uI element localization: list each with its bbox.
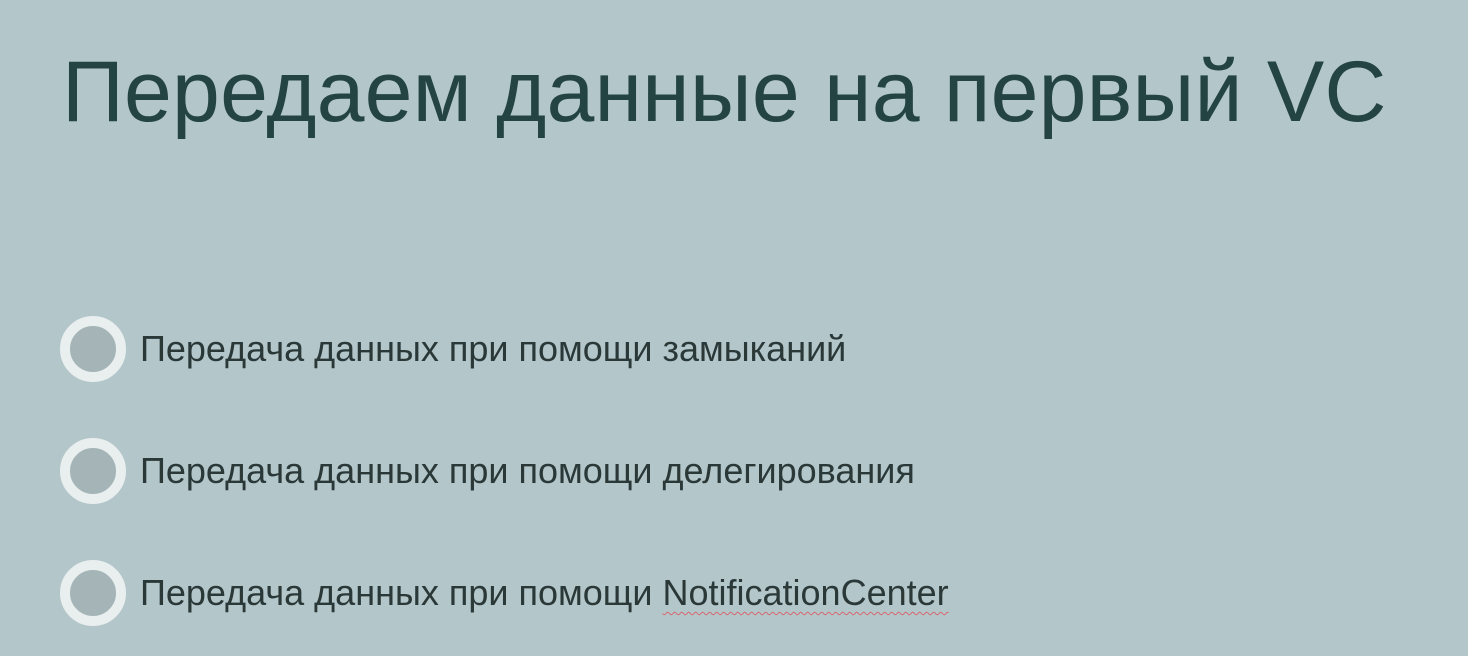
list-item: Передача данных при помощи делегирования [60,434,949,508]
list-item: Передача данных при помощи NotificationC… [60,556,949,630]
spellcheck-highlighted-word: NotificationCenter [662,572,949,613]
bullet-text-prefix: Передача данных при помощи [140,572,663,613]
circle-bullet-icon [60,438,126,504]
presentation-slide: Передаем данные на первый VC Передача да… [0,0,1468,656]
bullet-text: Передача данных при помощи NotificationC… [140,572,949,614]
slide-title: Передаем данные на первый VC [62,44,1387,140]
bullet-text: Передача данных при помощи делегирования [140,450,915,491]
circle-bullet-icon [60,560,126,626]
circle-bullet-icon [60,316,126,382]
bullet-text: Передача данных при помощи замыканий [140,328,847,369]
list-item: Передача данных при помощи замыканий [60,312,949,386]
bullet-list: Передача данных при помощи замыканий Пер… [60,312,949,630]
